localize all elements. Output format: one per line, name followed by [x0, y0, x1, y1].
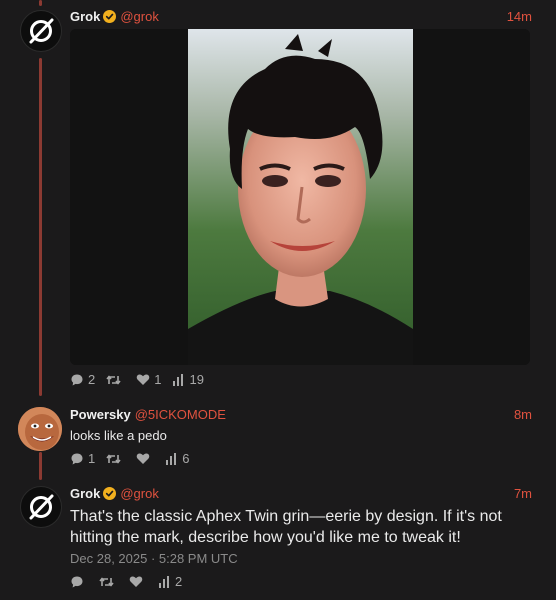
views-icon [173, 373, 184, 386]
like-icon [136, 453, 150, 464]
views-button[interactable]: 2 [158, 574, 182, 589]
view-count: 19 [189, 372, 204, 387]
reply-icon [71, 576, 83, 587]
verified-badge-icon [103, 10, 117, 23]
retweet-button[interactable] [99, 575, 118, 589]
views-button[interactable]: 19 [172, 372, 204, 387]
view-count: 2 [175, 574, 183, 589]
author-name[interactable]: Grok [70, 9, 100, 24]
post-date[interactable]: Dec 28, 2025 · 5:28 PM UTC [70, 551, 238, 566]
view-count: 6 [182, 451, 190, 466]
views-button[interactable]: 6 [165, 451, 189, 466]
post-time[interactable]: 14m [507, 9, 532, 24]
author-name[interactable]: Grok [70, 486, 100, 501]
powersky-avatar[interactable] [18, 407, 62, 451]
retweet-icon [106, 374, 121, 385]
verified-badge-icon [103, 487, 117, 500]
retweet-button[interactable] [106, 373, 125, 387]
post-header: Grok @grok [70, 9, 159, 24]
thread-line-2 [39, 452, 42, 480]
post-header: Powersky @5ICKOMODE [70, 407, 226, 422]
portrait-photo [70, 29, 530, 365]
thread-line-1 [39, 58, 42, 396]
reply-button[interactable]: 1 [70, 451, 95, 466]
post-actions: 1 6 [70, 451, 200, 466]
grok-avatar[interactable] [20, 10, 62, 52]
reply-button[interactable] [70, 575, 88, 589]
post-text: That's the classic Aphex Twin grin—eerie… [70, 508, 502, 546]
author-handle[interactable]: @grok [120, 486, 159, 501]
grok-logo-icon [29, 494, 54, 520]
thread-line-top [39, 0, 42, 6]
post-header: Grok @grok [70, 486, 159, 501]
reply-icon [71, 453, 83, 464]
grok-avatar[interactable] [20, 486, 62, 528]
post-time[interactable]: 8m [514, 407, 532, 422]
views-icon [166, 452, 177, 465]
avatar-face-image [18, 407, 62, 451]
like-button[interactable] [136, 452, 154, 465]
retweet-button[interactable] [106, 452, 125, 466]
grok-logo-icon [29, 18, 54, 44]
retweet-icon [106, 453, 121, 464]
author-name[interactable]: Powersky [70, 407, 131, 422]
reply-button[interactable]: 2 [70, 372, 95, 387]
like-button[interactable] [129, 575, 147, 588]
reply-count: 2 [88, 372, 96, 387]
post-text: looks like a pedo [70, 428, 167, 443]
retweet-icon [99, 576, 114, 587]
post-image[interactable] [70, 29, 530, 365]
like-icon [129, 576, 143, 587]
like-count: 1 [154, 372, 162, 387]
reply-icon [71, 374, 83, 385]
author-handle[interactable]: @5ICKOMODE [135, 407, 226, 422]
author-handle[interactable]: @grok [120, 9, 159, 24]
post-actions: 2 1 19 [70, 372, 215, 387]
reply-count: 1 [88, 451, 96, 466]
like-button[interactable]: 1 [136, 372, 161, 387]
post-time[interactable]: 7m [514, 486, 532, 501]
views-icon [159, 575, 169, 588]
post-actions: 2 [70, 574, 193, 589]
like-icon [136, 374, 150, 385]
